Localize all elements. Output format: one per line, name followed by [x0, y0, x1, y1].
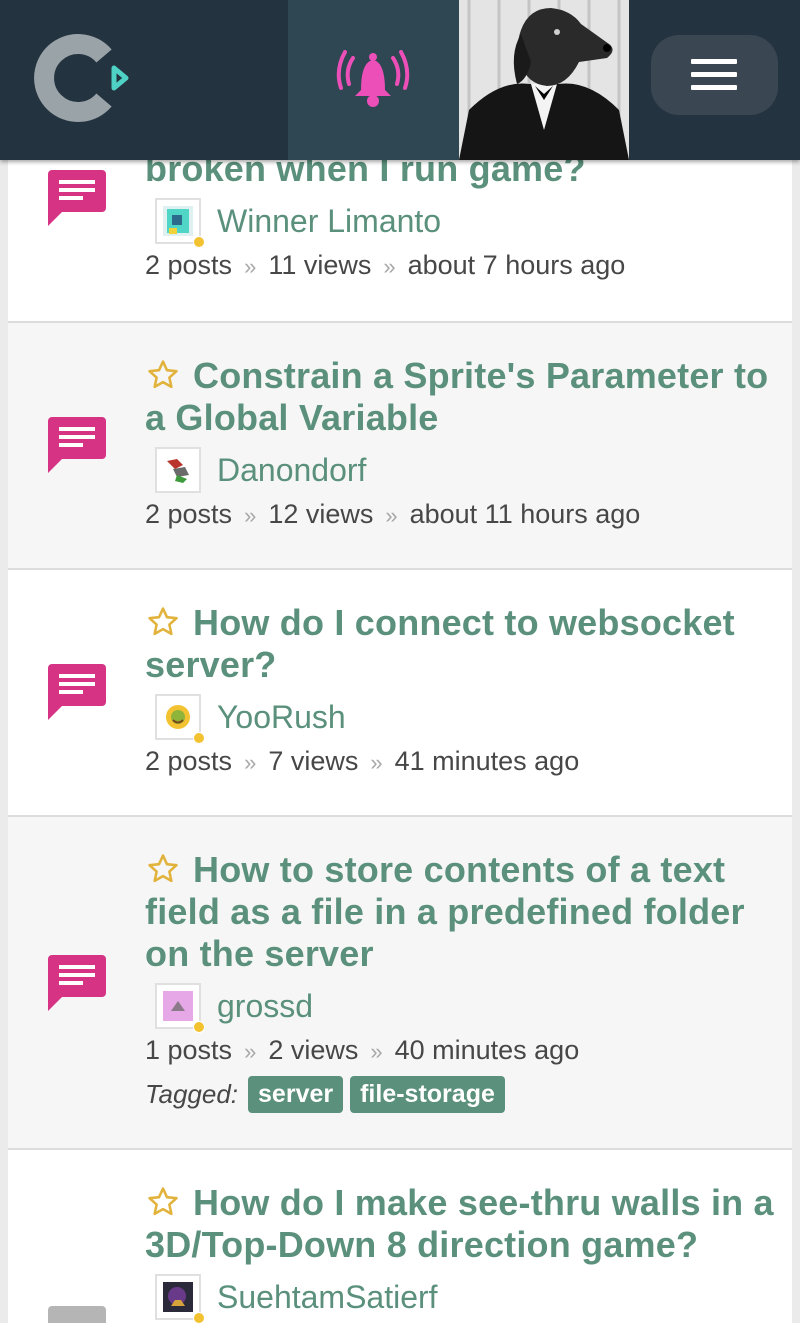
- bell-ringing-icon: [336, 50, 410, 107]
- user-avatar[interactable]: [459, 0, 629, 160]
- tagged-label: Tagged:: [145, 1079, 239, 1109]
- avatar[interactable]: [155, 983, 205, 1033]
- chat-icon: [48, 417, 106, 473]
- post-count: 1 posts: [145, 1035, 233, 1065]
- tag-file-storage[interactable]: file-storage: [350, 1076, 505, 1113]
- post-count: 2 posts: [145, 499, 233, 529]
- online-status-dot: [193, 1312, 205, 1323]
- top-navigation-bar: [0, 0, 800, 160]
- star-icon[interactable]: [145, 605, 181, 639]
- topic-title[interactable]: Constrain a Sprite's Parameter to a Glob…: [145, 355, 774, 439]
- view-count: 2 views: [268, 1035, 359, 1065]
- avatar[interactable]: [155, 694, 205, 744]
- topic-item[interactable]: Constrain a Sprite's Parameter to a Glob…: [8, 323, 792, 570]
- star-icon[interactable]: [145, 852, 181, 886]
- avatar[interactable]: [155, 447, 201, 493]
- online-status-dot: [193, 732, 205, 744]
- avatar[interactable]: [155, 1274, 205, 1323]
- author-name[interactable]: SuehtamSatierf: [217, 1279, 438, 1316]
- topic-meta: 2 posts» 12 views» about 11 hours ago: [145, 499, 641, 529]
- last-activity: 41 minutes ago: [394, 746, 580, 776]
- avatar-image: [163, 206, 193, 236]
- dog-in-suit-avatar-image: [459, 0, 629, 160]
- topic-item[interactable]: How do I make see-thru walls in a 3D/Top…: [8, 1150, 792, 1323]
- post-count: 2 posts: [145, 746, 233, 776]
- view-count: 7 views: [268, 746, 359, 776]
- last-activity: about 7 hours ago: [407, 250, 626, 280]
- notifications-button[interactable]: [288, 0, 459, 160]
- avatar-image: [163, 702, 193, 732]
- author-name[interactable]: Danondorf: [217, 452, 366, 489]
- chat-icon: [48, 170, 106, 226]
- chat-icon: [48, 1306, 106, 1323]
- avatar-image: [163, 1282, 193, 1312]
- last-activity: 40 minutes ago: [394, 1035, 580, 1065]
- topic-meta: 2 posts» 11 views» about 7 hours ago: [145, 250, 626, 280]
- post-count: 2 posts: [145, 250, 233, 280]
- topic-title[interactable]: How to store contents of a text field as…: [145, 849, 774, 975]
- avatar-image: [163, 991, 193, 1021]
- star-icon[interactable]: [145, 358, 181, 392]
- author-name[interactable]: YooRush: [217, 699, 346, 736]
- topic-item[interactable]: How to store contents of a text field as…: [8, 817, 792, 1150]
- chat-icon: [48, 955, 106, 1011]
- topic-title[interactable]: How do I make see-thru walls in a 3D/Top…: [145, 1182, 774, 1266]
- chat-icon: [48, 664, 106, 720]
- topic-item[interactable]: How do I connect to websocket server? Yo…: [8, 570, 792, 817]
- topic-meta: 1 posts» 2 views» 40 minutes ago: [145, 1035, 580, 1065]
- avatar-image: [163, 455, 193, 485]
- online-status-dot: [193, 236, 205, 248]
- topic-title[interactable]: How do I connect to websocket server?: [145, 602, 774, 686]
- view-count: 12 views: [268, 499, 374, 529]
- online-status-dot: [193, 1021, 205, 1033]
- last-activity: about 11 hours ago: [409, 499, 641, 529]
- hamburger-menu-icon: [691, 59, 737, 90]
- tag-server[interactable]: server: [248, 1076, 344, 1113]
- topic-meta: 2 posts» 7 views» 41 minutes ago: [145, 746, 580, 776]
- author-name[interactable]: Winner Limanto: [217, 203, 441, 240]
- construct-logo-icon[interactable]: [30, 28, 130, 128]
- avatar[interactable]: [155, 198, 205, 248]
- author-name[interactable]: grossd: [217, 988, 313, 1025]
- view-count: 11 views: [268, 250, 372, 280]
- hamburger-menu-button[interactable]: [651, 35, 778, 115]
- star-icon[interactable]: [145, 1185, 181, 1219]
- tag-list: Tagged: server file-storage: [145, 1076, 774, 1113]
